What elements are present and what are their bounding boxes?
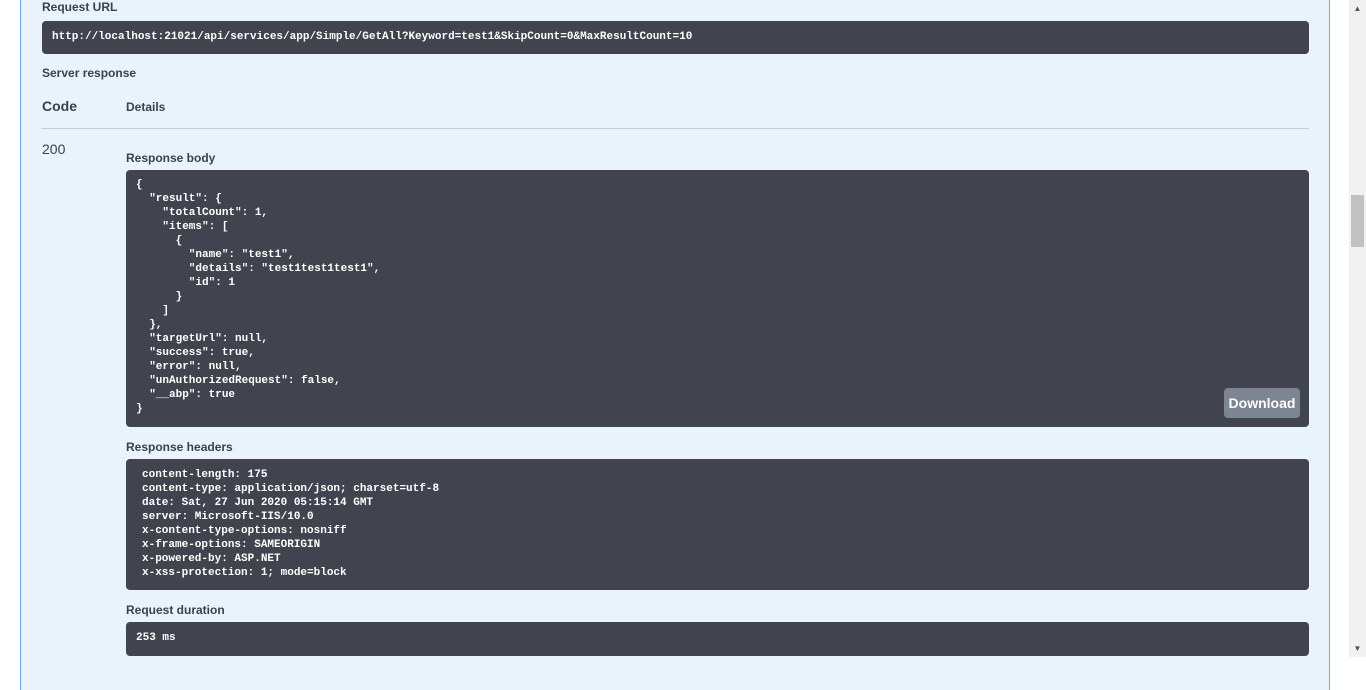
request-duration-value[interactable]: 253 ms [126, 622, 1309, 656]
response-body-label: Response body [126, 151, 216, 165]
response-panel: Request URL http://localhost:21021/api/s… [20, 0, 1330, 690]
request-url-label: Request URL [42, 0, 118, 14]
scroll-up-arrow-icon[interactable]: ▲ [1349, 0, 1366, 17]
response-headers-label: Response headers [126, 440, 233, 454]
download-button[interactable]: Download [1224, 388, 1300, 418]
details-column-header: Details [126, 100, 166, 114]
request-duration-label: Request duration [126, 603, 225, 617]
scrollbar-thumb[interactable] [1351, 195, 1364, 247]
table-divider [42, 128, 1309, 129]
response-headers-content[interactable]: content-length: 175 content-type: applic… [126, 459, 1309, 590]
response-body-content[interactable]: { "result": { "totalCount": 1, "items": … [126, 170, 1309, 427]
request-url-value[interactable]: http://localhost:21021/api/services/app/… [42, 21, 1309, 54]
scroll-down-arrow-icon[interactable]: ▼ [1349, 640, 1366, 657]
status-code: 200 [42, 141, 66, 157]
code-column-header: Code [42, 98, 77, 114]
server-response-label: Server response [42, 66, 137, 80]
vertical-scrollbar[interactable]: ▲ ▼ [1349, 0, 1366, 657]
